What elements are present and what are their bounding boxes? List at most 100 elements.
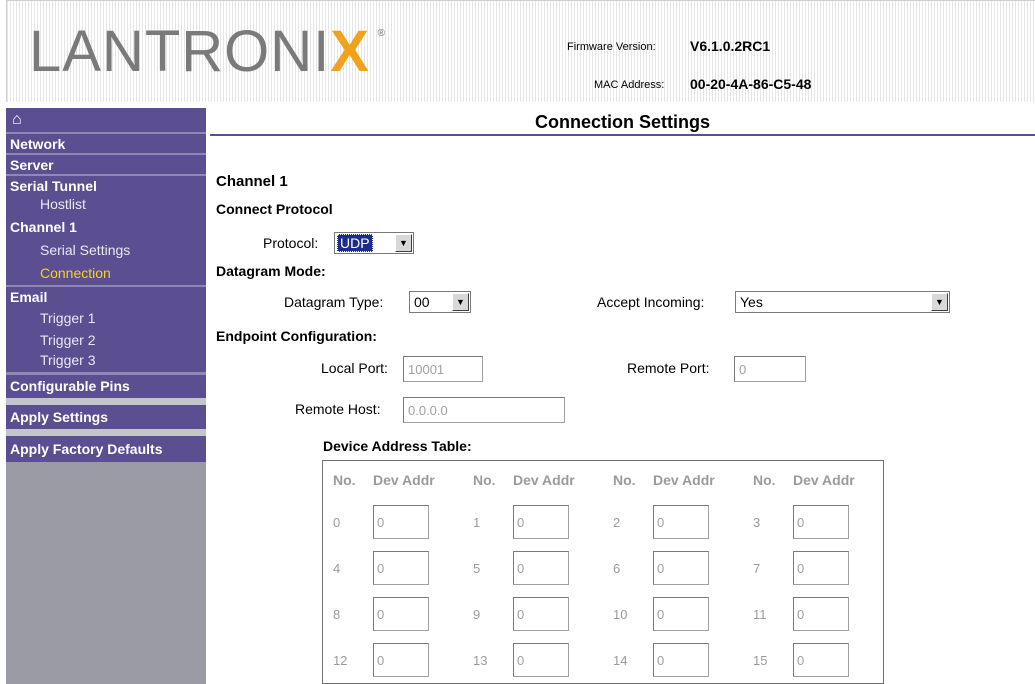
page-title: Connection Settings <box>210 108 1035 136</box>
device-address-cell <box>373 637 463 684</box>
device-address-input[interactable] <box>793 505 849 539</box>
sidebar-item-hostlist[interactable]: Hostlist <box>6 195 206 216</box>
sidebar-item-email[interactable]: Email <box>6 285 206 307</box>
remote-port-input[interactable] <box>734 356 806 382</box>
device-number: 3 <box>753 514 761 530</box>
column-header: Dev Addr <box>513 472 575 488</box>
local-port-input[interactable] <box>403 356 483 382</box>
device-address-cell <box>793 499 884 545</box>
device-number: 4 <box>333 560 341 576</box>
sidebar-item-trigger-1[interactable]: Trigger 1 <box>6 307 206 330</box>
column-header: No. <box>613 472 636 488</box>
firmware-value: V6.1.0.2RC1 <box>690 38 771 54</box>
table-row: 4 5 6 7 <box>323 545 884 591</box>
device-address-input[interactable] <box>653 505 709 539</box>
device-address-cell <box>793 591 884 637</box>
sidebar-item-trigger-2[interactable]: Trigger 2 <box>6 330 206 351</box>
sidebar-item-apply-factory-defaults[interactable]: Apply Factory Defaults <box>6 436 206 462</box>
sidebar-item-configurable-pins[interactable]: Configurable Pins <box>6 375 206 398</box>
connect-protocol-heading: Connect Protocol <box>216 201 333 217</box>
local-port-label: Local Port: <box>321 360 388 376</box>
datagram-mode-heading: Datagram Mode: <box>216 263 326 279</box>
table-row: 8 9 10 11 <box>323 591 884 637</box>
sidebar-item-serial-settings[interactable]: Serial Settings <box>6 239 206 262</box>
remote-host-input[interactable] <box>403 397 565 423</box>
device-address-input[interactable] <box>513 597 569 631</box>
device-address-cell <box>373 545 463 591</box>
protocol-label: Protocol: <box>263 235 319 251</box>
device-address-cell <box>513 545 603 591</box>
table-row: 0 1 2 3 <box>323 499 884 545</box>
device-address-input[interactable] <box>653 597 709 631</box>
device-number: 5 <box>473 560 481 576</box>
device-address-input[interactable] <box>373 597 429 631</box>
endpoint-configuration-heading: Endpoint Configuration: <box>216 328 377 344</box>
accept-incoming-value: Yes <box>740 294 763 310</box>
device-address-input[interactable] <box>793 597 849 631</box>
device-address-table-heading: Device Address Table: <box>323 438 472 454</box>
table-row: 12 13 14 15 <box>323 637 884 684</box>
lantronix-logo: LANTRONIX ® <box>29 23 385 81</box>
device-number: 11 <box>753 606 767 622</box>
column-header: No. <box>473 472 496 488</box>
remote-port-label: Remote Port: <box>627 360 710 376</box>
sidebar-item-network[interactable]: Network <box>6 132 206 153</box>
accept-incoming-select[interactable]: Yes ▼ <box>735 291 950 313</box>
device-address-input[interactable] <box>793 551 849 585</box>
device-number: 8 <box>333 606 341 622</box>
device-address-input[interactable] <box>653 551 709 585</box>
channel-heading: Channel 1 <box>216 173 288 190</box>
device-address-cell <box>513 499 603 545</box>
logo-text: LANTRONI <box>29 19 331 84</box>
device-address-input[interactable] <box>653 643 709 677</box>
datagram-type-select[interactable]: 00 ▼ <box>409 291 471 313</box>
datagram-type-value: 00 <box>414 294 430 310</box>
sidebar-item-trigger-3[interactable]: Trigger 3 <box>6 351 206 372</box>
mac-value: 00-20-4A-86-C5-48 <box>690 76 812 92</box>
logo-registered-mark: ® <box>377 28 386 39</box>
device-number: 10 <box>613 606 628 622</box>
device-number: 15 <box>753 652 768 668</box>
column-header: Dev Addr <box>793 472 855 488</box>
page-header: LANTRONIX ® Firmware Version: V6.1.0.2RC1… <box>6 0 1035 102</box>
sidebar-home[interactable]: ⌂ <box>6 108 206 132</box>
device-address-input[interactable] <box>513 505 569 539</box>
sidebar-item-server[interactable]: Server <box>6 153 206 174</box>
device-number: 0 <box>333 514 341 530</box>
protocol-selected-value: UDP <box>337 234 373 252</box>
device-address-input[interactable] <box>373 551 429 585</box>
sidebar-divider <box>6 429 206 436</box>
device-address-table: No. Dev Addr No. Dev Addr No. Dev Addr N… <box>322 460 884 684</box>
device-address-cell <box>653 499 743 545</box>
column-header: Dev Addr <box>373 472 435 488</box>
device-address-input[interactable] <box>793 643 849 677</box>
sidebar-item-apply-settings[interactable]: Apply Settings <box>6 405 206 429</box>
accept-incoming-label: Accept Incoming: <box>597 294 705 310</box>
device-number: 13 <box>473 652 488 668</box>
device-address-cell <box>373 499 463 545</box>
home-icon[interactable]: ⌂ <box>12 112 22 128</box>
device-number: 6 <box>613 560 621 576</box>
device-number: 1 <box>473 514 481 530</box>
chevron-down-icon[interactable]: ▼ <box>395 234 412 252</box>
sidebar-item-channel-1[interactable]: Channel 1 <box>6 216 206 239</box>
table-header-row: No. Dev Addr No. Dev Addr No. Dev Addr N… <box>323 461 884 500</box>
main-content: Connection Settings Channel 1 Connect Pr… <box>210 108 1035 684</box>
sidebar-item-serial-tunnel[interactable]: Serial Tunnel <box>6 174 206 195</box>
chevron-down-icon[interactable]: ▼ <box>931 293 948 311</box>
sidebar-item-connection[interactable]: Connection <box>6 262 206 285</box>
chevron-down-icon[interactable]: ▼ <box>452 293 469 311</box>
remote-host-label: Remote Host: <box>295 401 381 417</box>
device-address-input[interactable] <box>373 505 429 539</box>
device-address-cell <box>653 637 743 684</box>
device-address-cell <box>653 591 743 637</box>
sidebar-divider <box>6 398 206 405</box>
device-address-cell <box>513 591 603 637</box>
firmware-label: Firmware Version: <box>567 41 656 53</box>
device-address-input[interactable] <box>513 551 569 585</box>
device-number: 12 <box>333 652 348 668</box>
protocol-select[interactable]: UDP ▼ <box>334 232 414 254</box>
datagram-type-label: Datagram Type: <box>284 294 384 310</box>
device-address-input[interactable] <box>513 643 569 677</box>
device-address-input[interactable] <box>373 643 429 677</box>
